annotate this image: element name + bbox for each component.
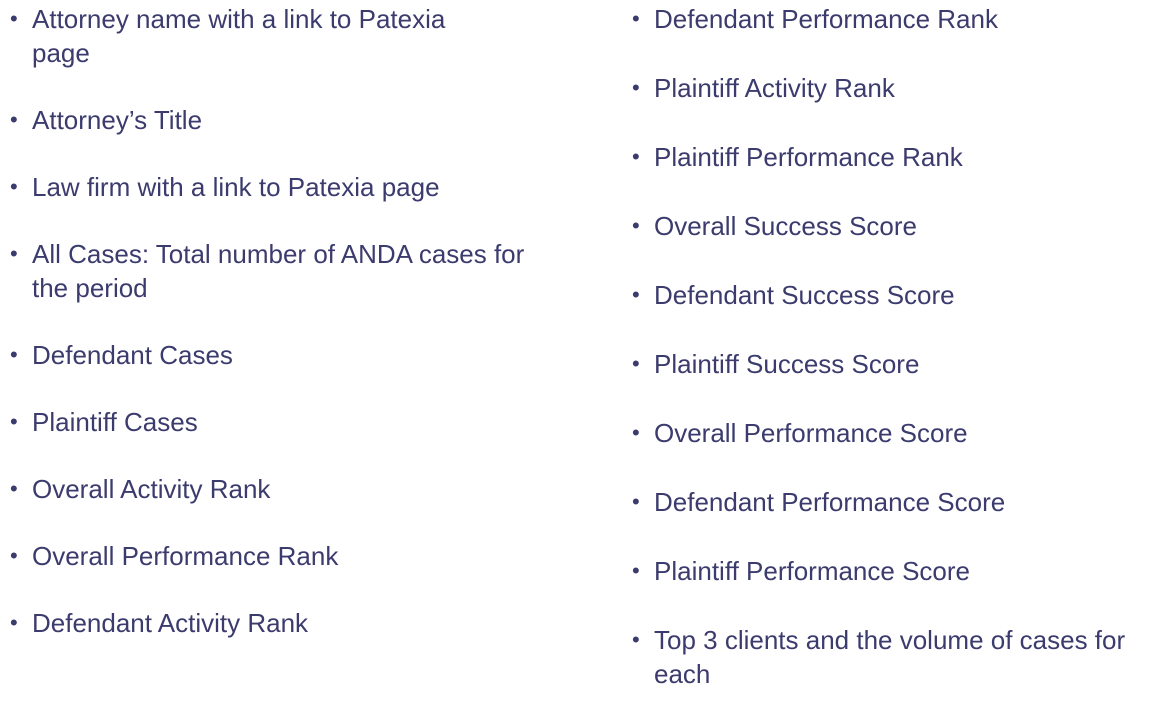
bullet: • <box>632 489 640 514</box>
list-item: • All Cases: Total number of ANDA cases … <box>10 237 562 305</box>
list-item-text: Overall Performance Rank <box>32 541 339 571</box>
bullet: • <box>632 6 640 31</box>
list-item-text: Defendant Performance Rank <box>654 4 998 34</box>
list-item-text: Law firm with a link to Patexia page <box>32 172 440 202</box>
bullet: • <box>632 420 640 445</box>
list-item: • Overall Activity Rank <box>10 472 570 506</box>
list-item: • Plaintiff Activity Rank <box>632 71 1147 105</box>
list-item-text: Defendant Performance Score <box>654 487 1006 517</box>
list-item: • Defendant Activity Rank <box>10 606 570 640</box>
list-item-text: Plaintiff Cases <box>32 407 198 437</box>
list-item-text: Plaintiff Performance Score <box>654 556 970 586</box>
bullet: • <box>10 241 18 266</box>
bullet: • <box>632 144 640 169</box>
right-bullet-list: • Defendant Performance Rank • Plaintiff… <box>632 2 1147 726</box>
bullet: • <box>10 107 18 132</box>
list-item: • Overall Performance Rank <box>10 539 570 573</box>
bullet: • <box>10 409 18 434</box>
list-item-text: Attorney name with a link to Patexia pag… <box>32 4 446 68</box>
bullet: • <box>632 558 640 583</box>
list-item-text: Overall Performance Score <box>654 418 968 448</box>
list-item: • Overall Performance Score <box>632 416 1147 450</box>
list-item: • Attorney name with a link to Patexia p… <box>10 2 502 70</box>
bullet: • <box>632 282 640 307</box>
bullet: • <box>10 543 18 568</box>
list-item-text: Attorney’s Title <box>32 105 203 135</box>
list-item: • Top 3 clients and the volume of cases … <box>632 623 1150 691</box>
bullet: • <box>10 610 18 635</box>
list-item-text: Defendant Success Score <box>654 280 955 310</box>
list-item: • Defendant Cases <box>10 338 570 372</box>
bullet: • <box>632 75 640 100</box>
bullet: • <box>632 351 640 376</box>
list-item-text: Defendant Cases <box>32 340 233 370</box>
list-item-text: Defendant Activity Rank <box>32 608 309 638</box>
bullet: • <box>10 6 18 31</box>
list-item-text: Top 3 clients and the volume of cases fo… <box>654 625 1126 689</box>
list-item: • Defendant Success Score <box>632 278 1147 312</box>
bullet: • <box>632 627 640 652</box>
list-item-text: All Cases: Total number of ANDA cases fo… <box>32 239 525 303</box>
list-item: • Plaintiff Cases <box>10 405 570 439</box>
bullet: • <box>632 213 640 238</box>
bullet: • <box>10 342 18 367</box>
list-item: • Plaintiff Success Score <box>632 347 1147 381</box>
list-item: • Law firm with a link to Patexia page <box>10 170 570 204</box>
list-item: • Defendant Performance Rank <box>632 2 1147 36</box>
left-bullet-list: • Attorney name with a link to Patexia p… <box>10 2 570 673</box>
list-item-text: Overall Success Score <box>654 211 917 241</box>
list-item-text: Plaintiff Activity Rank <box>654 73 895 103</box>
list-item-text: Overall Activity Rank <box>32 474 271 504</box>
list-item: • Defendant Performance Score <box>632 485 1147 519</box>
list-item: • Overall Success Score <box>632 209 1147 243</box>
list-item-text: Plaintiff Performance Rank <box>654 142 963 172</box>
list-item: • Plaintiff Performance Rank <box>632 140 1147 174</box>
list-item: • Plaintiff Performance Score <box>632 554 1147 588</box>
bullet: • <box>10 476 18 501</box>
list-item-text: Plaintiff Success Score <box>654 349 920 379</box>
bullet: • <box>10 174 18 199</box>
list-item: • Attorney’s Title <box>10 103 570 137</box>
